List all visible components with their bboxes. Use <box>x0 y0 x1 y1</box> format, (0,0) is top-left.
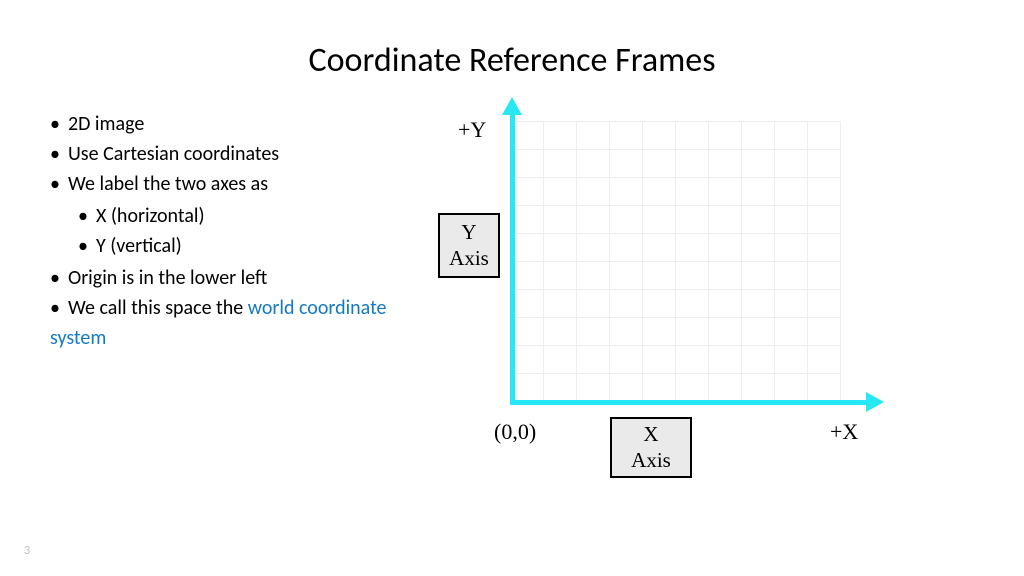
bullet-text: Y (vertical) <box>96 234 182 258</box>
bullet-text: Origin is in the lower left <box>68 266 267 290</box>
bullet-item: We call this space the world coordinate … <box>50 293 390 353</box>
bullet-item: 2D image <box>50 109 390 139</box>
sub-bullet-item: X (horizontal) <box>78 201 390 231</box>
bullet-text: We call this space the <box>68 296 248 320</box>
slide: Coordinate Reference Frames 2D image Use… <box>0 0 1024 576</box>
bullet-item: Origin is in the lower left <box>50 263 390 293</box>
bullet-text: X (horizontal) <box>96 204 205 228</box>
y-axis-arrow-icon <box>502 97 522 115</box>
bullet-text: Use Cartesian coordinates <box>68 142 279 166</box>
bullet-item: Use Cartesian coordinates <box>50 139 390 169</box>
y-axis-box-line1: Y <box>448 219 490 245</box>
bullet-text: 2D image <box>68 112 144 136</box>
plus-x-label: +X <box>830 419 858 445</box>
bullet-item: We label the two axes as X (horizontal) … <box>50 169 390 261</box>
coordinate-diagram: +Y +X (0,0) Y Axis X Axis <box>410 101 974 501</box>
sub-bullet-item: Y (vertical) <box>78 231 390 261</box>
x-axis-box: X Axis <box>610 417 692 478</box>
origin-label: (0,0) <box>494 419 536 445</box>
y-axis-box: Y Axis <box>438 213 500 278</box>
x-axis-box-line2: Axis <box>620 447 682 473</box>
page-number: 3 <box>24 544 30 558</box>
y-axis-line <box>510 109 515 405</box>
plus-y-label: +Y <box>458 117 486 143</box>
slide-title: Coordinate Reference Frames <box>50 40 974 81</box>
x-axis-line <box>510 400 870 405</box>
slide-content: 2D image Use Cartesian coordinates We la… <box>50 101 974 501</box>
bullet-text: We label the two axes as <box>68 172 268 196</box>
grid <box>510 121 840 401</box>
bullet-list: 2D image Use Cartesian coordinates We la… <box>50 101 390 501</box>
x-axis-box-line1: X <box>620 421 682 447</box>
y-axis-box-line2: Axis <box>448 245 490 271</box>
grid-horizontal-lines <box>510 121 840 401</box>
x-axis-arrow-icon <box>866 392 884 412</box>
